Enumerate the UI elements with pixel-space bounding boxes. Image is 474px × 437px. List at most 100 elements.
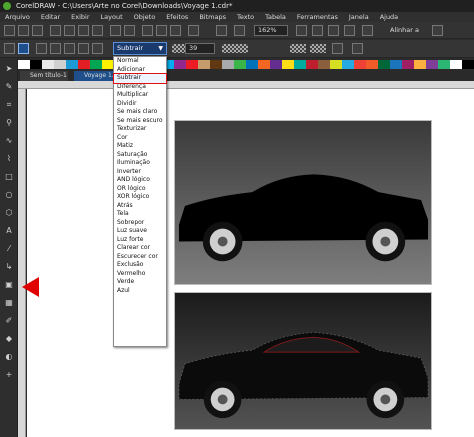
blend-menu-item[interactable]: Escurecer cor <box>114 253 166 262</box>
blend-menu-item[interactable]: Exclusão <box>114 261 166 270</box>
blend-menu-item[interactable]: Diferença <box>114 83 166 92</box>
grid-icon[interactable] <box>328 25 339 36</box>
shape-tool-icon[interactable]: ✎ <box>4 82 14 91</box>
paste-icon[interactable] <box>92 25 103 36</box>
palette-swatch[interactable] <box>186 60 198 69</box>
export-icon[interactable] <box>170 25 181 36</box>
artistic-media-icon[interactable]: ⌇ <box>4 154 14 163</box>
blend-menu-item[interactable]: Se mais claro <box>114 108 166 117</box>
palette-swatch[interactable] <box>342 60 354 69</box>
blend-menu-item[interactable]: Normal <box>114 57 166 66</box>
polygon-tool-icon[interactable]: ⬡ <box>4 208 14 217</box>
palette-swatch[interactable] <box>414 60 426 69</box>
fountain-transparency-icon[interactable] <box>50 43 61 54</box>
bitmap-pattern-transparency-icon[interactable] <box>78 43 89 54</box>
cut-icon[interactable] <box>64 25 75 36</box>
menu-layout[interactable]: Layout <box>96 12 129 22</box>
menu-exibir[interactable]: Exibir <box>66 12 95 22</box>
palette-swatch[interactable] <box>366 60 378 69</box>
palette-swatch[interactable] <box>318 60 330 69</box>
launcher-icon[interactable] <box>234 25 245 36</box>
copy-transparency-icon[interactable] <box>352 43 363 54</box>
palette-swatch[interactable] <box>174 60 186 69</box>
blend-menu-item[interactable]: Clarear cor <box>114 244 166 253</box>
shadow-tool-icon[interactable]: ▣ <box>4 280 14 289</box>
freeze-transparency-icon[interactable] <box>332 43 343 54</box>
menu-editar[interactable]: Editar <box>36 12 66 22</box>
palette-swatch[interactable] <box>378 60 390 69</box>
uniform-transparency-icon[interactable] <box>18 43 29 54</box>
palette-swatch[interactable] <box>402 60 414 69</box>
rectangle-tool-icon[interactable]: □ <box>4 172 14 181</box>
palette-swatch[interactable] <box>210 60 222 69</box>
palette-swatch[interactable] <box>258 60 270 69</box>
palette-swatch[interactable] <box>66 60 78 69</box>
text-tool-icon[interactable]: A <box>4 226 14 235</box>
guidelines-icon[interactable] <box>344 25 355 36</box>
pick-tool-icon[interactable]: ➤ <box>4 64 14 73</box>
palette-swatch[interactable] <box>246 60 258 69</box>
menu-ajuda[interactable]: Ajuda <box>375 12 404 22</box>
open-icon[interactable] <box>18 25 29 36</box>
palette-swatch[interactable] <box>222 60 234 69</box>
smart-fill-icon[interactable]: ◐ <box>4 352 14 361</box>
full-screen-icon[interactable] <box>216 25 227 36</box>
blend-mode-select[interactable]: Subtrair ▼ <box>113 42 167 55</box>
palette-swatch[interactable] <box>450 60 462 69</box>
apply-to-fill-icon[interactable] <box>290 44 306 53</box>
car-image-original[interactable] <box>174 292 432 430</box>
palette-swatch[interactable] <box>54 60 66 69</box>
blend-menu-item[interactable]: Tela <box>114 210 166 219</box>
blend-menu-item[interactable]: Se mais escuro <box>114 117 166 126</box>
palette-swatch[interactable] <box>354 60 366 69</box>
blend-menu-item[interactable]: Multiplicar <box>114 91 166 100</box>
menu-arquivo[interactable]: Arquivo <box>0 12 36 22</box>
crop-tool-icon[interactable]: ⌗ <box>4 100 14 109</box>
dimension-tool-icon[interactable]: ⁄ <box>4 244 14 253</box>
zoom-level-field[interactable]: 162% <box>254 25 288 36</box>
menu-texto[interactable]: Texto <box>232 12 260 22</box>
add-tool-icon[interactable]: + <box>4 370 14 379</box>
transparency-tool-icon[interactable]: ▦ <box>4 298 14 307</box>
menu-objeto[interactable]: Objeto <box>129 12 162 22</box>
palette-swatch[interactable] <box>270 60 282 69</box>
tab-sem-titulo[interactable]: Sem título-1 <box>20 71 68 81</box>
blend-menu-item[interactable]: Inverter <box>114 168 166 177</box>
horizontal-ruler[interactable] <box>18 81 474 89</box>
palette-swatch[interactable] <box>30 60 42 69</box>
snap-to-label[interactable]: Alinhar a <box>390 25 419 36</box>
blend-menu-item[interactable]: Subtrair <box>113 73 167 84</box>
palette-swatch[interactable] <box>282 60 294 69</box>
palette-swatch[interactable] <box>330 60 342 69</box>
menu-janela[interactable]: Janela <box>344 12 375 22</box>
blend-menu-item[interactable]: Vermelho <box>114 270 166 279</box>
import-icon[interactable] <box>156 25 167 36</box>
palette-swatch[interactable] <box>234 60 246 69</box>
connector-tool-icon[interactable]: ↳ <box>4 262 14 271</box>
transparency-amount-field[interactable]: 39 <box>185 43 215 54</box>
transparency-none-icon[interactable] <box>4 43 15 54</box>
blend-menu-item[interactable]: Saturação <box>114 151 166 160</box>
copy-icon[interactable] <box>78 25 89 36</box>
print-icon[interactable] <box>50 25 61 36</box>
save-icon[interactable] <box>32 25 43 36</box>
blend-menu-item[interactable]: Sobrepor <box>114 219 166 228</box>
palette-swatch[interactable] <box>42 60 54 69</box>
palette-swatch[interactable] <box>306 60 318 69</box>
menu-tabela[interactable]: Tabela <box>260 12 292 22</box>
palette-swatch[interactable] <box>90 60 102 69</box>
palette-swatch[interactable] <box>390 60 402 69</box>
rulers-icon[interactable] <box>312 25 323 36</box>
blend-menu-item[interactable]: Cor <box>114 134 166 143</box>
freehand-tool-icon[interactable]: ∿ <box>4 136 14 145</box>
palette-swatch[interactable] <box>426 60 438 69</box>
blend-menu-item[interactable]: Texturizar <box>114 125 166 134</box>
zoom-tool-icon[interactable]: ⚲ <box>4 118 14 127</box>
blend-menu-item[interactable]: OR lógico <box>114 185 166 194</box>
redo-icon[interactable] <box>124 25 135 36</box>
options-icon[interactable] <box>362 25 373 36</box>
palette-swatch[interactable] <box>18 60 30 69</box>
settings-gear-icon[interactable] <box>432 25 443 36</box>
blend-menu-item[interactable]: AND lógico <box>114 176 166 185</box>
search-icon[interactable] <box>142 25 153 36</box>
